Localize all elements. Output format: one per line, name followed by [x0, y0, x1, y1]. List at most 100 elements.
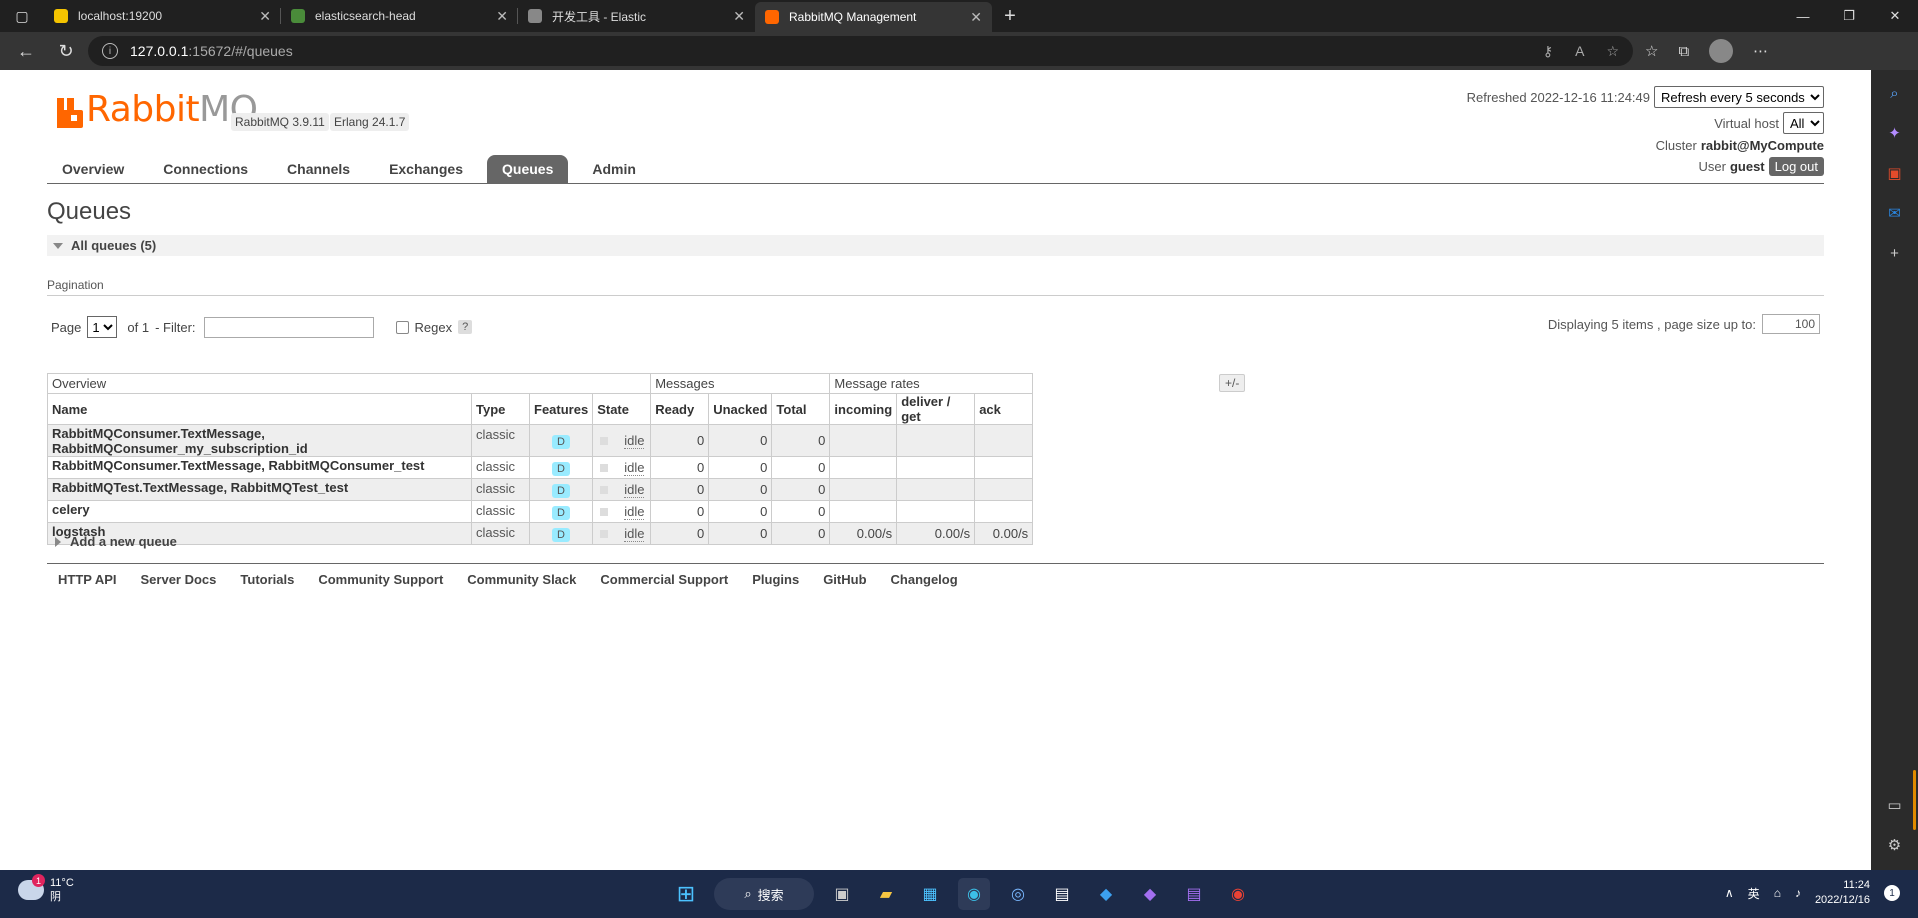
footer-link[interactable]: Changelog — [891, 572, 958, 587]
restore-icon[interactable]: ❐ — [1826, 0, 1872, 32]
menu-connections[interactable]: Connections — [148, 155, 263, 183]
vscode-icon[interactable]: ◆ — [1090, 878, 1122, 910]
footer-link[interactable]: HTTP API — [58, 572, 117, 587]
filter-input[interactable] — [203, 316, 374, 338]
volume-icon[interactable]: ♪ — [1795, 886, 1801, 900]
column-header[interactable]: Total — [771, 393, 831, 425]
browser-tab[interactable]: 开发工具 - Elastic ✕ — [518, 0, 755, 32]
close-icon[interactable]: ✕ — [970, 9, 982, 26]
browser-tab[interactable]: localhost:19200 ✕ — [44, 0, 281, 32]
durable-badge[interactable]: D — [552, 506, 570, 520]
back-icon[interactable]: ← — [8, 36, 44, 66]
refresh-interval-select[interactable]: Refresh every 5 seconds — [1654, 86, 1824, 108]
browser-tab-active[interactable]: RabbitMQ Management ✕ — [755, 2, 992, 32]
collections-icon[interactable]: ⧉ — [1678, 43, 1689, 60]
durable-badge[interactable]: D — [552, 484, 570, 498]
durable-badge[interactable]: D — [552, 435, 570, 449]
state-label[interactable]: idle — [624, 504, 645, 520]
column-header[interactable]: Unacked — [708, 393, 773, 425]
state-label[interactable]: idle — [624, 526, 645, 542]
footer-link[interactable]: Community Support — [318, 572, 443, 587]
regex-help-badge[interactable]: ? — [458, 320, 473, 334]
file-explorer-icon[interactable]: ▰ — [870, 878, 902, 910]
terminal-icon[interactable]: ▤ — [1046, 878, 1078, 910]
dev-console-icon[interactable]: ▤ — [1178, 878, 1210, 910]
footer-link[interactable]: Server Docs — [141, 572, 217, 587]
menu-exchanges[interactable]: Exchanges — [374, 155, 478, 183]
url-input[interactable]: i 127.0.0.1:15672/#/queues ⚷ A ☆ — [88, 36, 1633, 66]
page-size-input[interactable]: 100 — [1762, 314, 1820, 334]
task-view-icon[interactable]: ▣ — [826, 878, 858, 910]
regex-checkbox[interactable] — [395, 320, 409, 334]
queue-name-link[interactable]: RabbitMQTest.TextMessage, RabbitMQTest_t… — [52, 480, 348, 495]
menu-channels[interactable]: Channels — [272, 155, 365, 183]
minimize-icon[interactable]: — — [1780, 0, 1826, 32]
add-sidebar-app-icon[interactable]: + — [1884, 242, 1906, 264]
columns-toggle-button[interactable]: +/- — [1219, 374, 1246, 392]
close-icon[interactable]: ✕ — [259, 8, 271, 25]
page-select[interactable]: 1 — [87, 316, 118, 338]
footer-link[interactable]: Community Slack — [467, 572, 576, 587]
scrollbar[interactable] — [1913, 770, 1916, 830]
more-menu-icon[interactable]: ⋯ — [1753, 42, 1768, 60]
column-header[interactable]: deliver / get — [896, 393, 976, 425]
durable-badge[interactable]: D — [552, 528, 570, 542]
weather-widget[interactable]: 1 11°C 阴 — [18, 874, 74, 904]
windows-start-icon[interactable]: ⊞ — [670, 878, 702, 910]
column-header[interactable]: Ready — [650, 393, 710, 425]
browser-tab[interactable]: elasticsearch-head ✕ — [281, 0, 518, 32]
queue-name-link[interactable]: RabbitMQConsumer.TextMessage, RabbitMQCo… — [52, 426, 308, 456]
menu-queues[interactable]: Queues — [487, 155, 569, 183]
footer-link[interactable]: Tutorials — [240, 572, 294, 587]
queue-name-link[interactable]: celery — [52, 502, 90, 517]
tab-actions-icon[interactable]: ▢ — [0, 0, 44, 32]
new-tab-icon[interactable]: + — [992, 0, 1028, 32]
notification-badge[interactable]: 1 — [1884, 885, 1900, 901]
sidebar-settings-icon[interactable]: ⚙ — [1884, 834, 1906, 856]
split-screen-icon[interactable]: ▭ — [1884, 794, 1906, 816]
office-icon[interactable]: ▣ — [1884, 162, 1906, 184]
favorites-icon[interactable]: ☆ — [1645, 42, 1658, 60]
menu-admin[interactable]: Admin — [577, 155, 651, 183]
chrome-icon[interactable]: ◉ — [1222, 878, 1254, 910]
search-icon[interactable]: ⌕ — [1884, 82, 1906, 104]
footer-link[interactable]: Commercial Support — [600, 572, 728, 587]
visual-studio-icon[interactable]: ◆ — [1134, 878, 1166, 910]
incoming-rate — [829, 500, 898, 523]
vhost-select[interactable]: All — [1783, 112, 1824, 134]
copilot-icon[interactable]: ✦ — [1884, 122, 1906, 144]
key-icon[interactable]: ⚷ — [1543, 43, 1553, 60]
add-new-queue-toggle[interactable]: Add a new queue — [55, 534, 177, 549]
close-icon[interactable]: ✕ — [733, 8, 745, 25]
close-window-icon[interactable]: ✕ — [1872, 0, 1918, 32]
kibana-app-icon[interactable]: ◎ — [1002, 878, 1034, 910]
profile-avatar-icon[interactable] — [1709, 39, 1734, 63]
footer-link[interactable]: Plugins — [752, 572, 799, 587]
reload-icon[interactable]: ↻ — [48, 36, 84, 66]
favorite-star-icon[interactable]: ☆ — [1606, 43, 1619, 60]
durable-badge[interactable]: D — [552, 462, 570, 476]
column-header[interactable]: State — [592, 393, 652, 425]
column-header[interactable]: Type — [471, 393, 530, 425]
store-icon[interactable]: ▦ — [914, 878, 946, 910]
menu-overview[interactable]: Overview — [47, 155, 139, 183]
state-label[interactable]: idle — [624, 460, 645, 476]
edge-icon[interactable]: ◉ — [958, 878, 990, 910]
chevron-up-icon[interactable]: ∧ — [1725, 886, 1734, 900]
close-icon[interactable]: ✕ — [496, 8, 508, 25]
queue-name-link[interactable]: RabbitMQConsumer.TextMessage, RabbitMQCo… — [52, 458, 425, 473]
state-label[interactable]: idle — [624, 433, 645, 449]
column-header[interactable]: ack — [974, 393, 1034, 425]
column-header[interactable]: Name — [47, 393, 472, 425]
taskbar-search-button[interactable]: ⌕ 搜索 — [714, 878, 814, 910]
all-queues-toggle[interactable]: All queues (5) — [47, 235, 1824, 256]
footer-link[interactable]: GitHub — [823, 572, 866, 587]
read-aloud-icon[interactable]: A — [1575, 43, 1584, 60]
state-label[interactable]: idle — [624, 482, 645, 498]
network-icon[interactable]: ⌂ — [1774, 886, 1781, 900]
clock[interactable]: 11:24 2022/12/16 — [1815, 878, 1870, 908]
info-icon[interactable]: i — [102, 43, 118, 59]
ime-indicator[interactable]: 英 — [1748, 885, 1760, 902]
outlook-icon[interactable]: ✉ — [1884, 202, 1906, 224]
column-header[interactable]: incoming — [829, 393, 898, 425]
